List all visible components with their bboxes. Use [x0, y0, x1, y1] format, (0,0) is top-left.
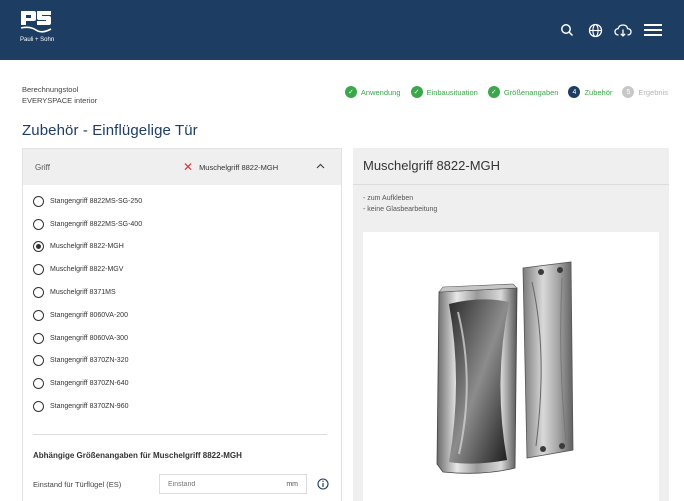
option-label: Muschelgriff 8371MS: [50, 289, 116, 297]
option-label: Stangengriff 8370ZN-320: [50, 357, 129, 365]
globe-icon[interactable]: [584, 19, 606, 41]
panel-divider: [353, 184, 669, 185]
menu-icon[interactable]: [642, 19, 664, 41]
top-navigation-bar: Pauli + Sohn: [0, 0, 684, 60]
radio-option[interactable]: Muschelgriff 8822-MGH: [23, 236, 341, 259]
option-label: Stangengriff 8370ZN-640: [50, 380, 129, 388]
step-number: 5: [622, 86, 635, 98]
radio-button[interactable]: [33, 355, 44, 367]
check-icon: ✓: [487, 86, 500, 98]
radio-option[interactable]: Muschelgriff 8371MS: [23, 281, 341, 304]
einstand-input-wrapper: mm: [159, 474, 307, 494]
step-label: Größenangaben: [503, 87, 559, 97]
step-anwendung[interactable]: ✓ Anwendung: [344, 86, 401, 98]
einstand-field-row: Einstand für Türflügel (ES) mm: [33, 474, 333, 494]
tool-name: Berechnungstool: [22, 85, 79, 94]
radio-option[interactable]: Muschelgriff 8822-MGV: [23, 258, 341, 281]
product-features: - zum Aufkleben - keine Glasbearbeitung: [363, 194, 437, 215]
progress-steps: ✓ Anwendung ✓ Einbausituation ✓ Größenan…: [344, 86, 668, 98]
search-icon[interactable]: [556, 19, 578, 41]
section-divider: [33, 434, 327, 435]
step-zubehoer[interactable]: 4 Zubehör: [568, 86, 612, 98]
handle-illustration: [436, 261, 574, 474]
option-label: Stangengriff 8060VA-300: [50, 334, 128, 342]
radio-button-checked[interactable]: [33, 241, 44, 253]
option-label: Muschelgriff 8822-MGV: [50, 266, 124, 274]
pauli-sohn-logo[interactable]: Pauli + Sohn: [20, 10, 80, 50]
griff-options-list: Stangengriff 8822MS-SG-250 Stangengriff …: [23, 185, 341, 418]
remove-icon[interactable]: ✕: [183, 161, 193, 173]
radio-button[interactable]: [33, 401, 44, 413]
radio-button[interactable]: [33, 218, 44, 230]
einstand-field-label: Einstand für Türflügel (ES): [33, 479, 122, 489]
option-label: Muschelgriff 8822-MGH: [50, 243, 124, 251]
check-icon: ✓: [344, 86, 357, 98]
radio-button[interactable]: [33, 264, 44, 276]
radio-option[interactable]: Stangengriff 8370ZN-960: [23, 395, 341, 418]
product-title: Muschelgriff 8822-MGH: [363, 158, 501, 173]
page-title: Zubehör - Einflügelige Tür: [22, 122, 198, 139]
selected-label: Muschelgriff 8822-MGH: [199, 162, 279, 172]
feature-item: - keine Glasbearbeitung: [363, 205, 438, 213]
step-label: Anwendung: [360, 87, 401, 97]
radio-option[interactable]: Stangengriff 8370ZN-640: [23, 372, 341, 395]
chevron-up-icon[interactable]: [316, 163, 325, 169]
product-detail-panel: Muschelgriff 8822-MGH - zum Aufkleben - …: [353, 148, 669, 501]
option-label: Stangengriff 8822MS-SG-250: [50, 197, 143, 205]
radio-option[interactable]: Stangengriff 8822MS-SG-400: [23, 213, 341, 236]
logo-text: Pauli + Sohn: [20, 37, 55, 43]
griff-selection-panel: Griff ✕ Muschelgriff 8822-MGH Stangengri…: [22, 148, 342, 501]
radio-option[interactable]: Stangengriff 8822MS-SG-250: [23, 190, 341, 213]
radio-option[interactable]: Stangengriff 8370ZN-320: [23, 350, 341, 373]
cloud-download-icon[interactable]: [612, 19, 634, 41]
info-icon[interactable]: [317, 478, 329, 490]
product-image: [363, 232, 659, 501]
radio-button[interactable]: [33, 287, 44, 299]
step-label: Ergebnis: [638, 87, 668, 97]
radio-button[interactable]: [33, 309, 44, 321]
step-label: Zubehör: [584, 87, 613, 97]
check-icon: ✓: [410, 86, 423, 98]
tool-label: Berechnungstool EVERYSPACE interior: [22, 84, 97, 106]
step-label: Einbausituation: [426, 87, 478, 97]
dependent-sizes-title: Abhängige Größenangaben für Muschelgriff…: [33, 451, 242, 460]
radio-option[interactable]: Stangengriff 8060VA-200: [23, 304, 341, 327]
radio-button[interactable]: [33, 195, 44, 207]
step-number: 4: [568, 86, 581, 98]
logo-mark-icon: [20, 11, 52, 33]
unit-label: mm: [286, 480, 298, 488]
option-label: Stangengriff 8822MS-SG-400: [50, 220, 143, 228]
option-label: Stangengriff 8060VA-200: [50, 311, 128, 319]
tool-product: EVERYSPACE interior: [22, 96, 98, 105]
einstand-input[interactable]: [168, 480, 268, 488]
step-einbausituation[interactable]: ✓ Einbausituation: [410, 86, 478, 98]
selected-value: ✕ Muschelgriff 8822-MGH: [183, 161, 278, 173]
radio-button[interactable]: [33, 378, 44, 390]
feature-item: - zum Aufkleben: [363, 195, 414, 202]
option-label: Stangengriff 8370ZN-960: [50, 403, 129, 411]
step-groessenangaben[interactable]: ✓ Größenangaben: [487, 86, 559, 98]
category-label: Griff: [35, 162, 50, 172]
radio-button[interactable]: [33, 332, 44, 344]
radio-option[interactable]: Stangengriff 8060VA-300: [23, 327, 341, 350]
step-ergebnis[interactable]: 5 Ergebnis: [622, 86, 668, 98]
griff-accordion-header[interactable]: Griff ✕ Muschelgriff 8822-MGH: [23, 149, 341, 185]
